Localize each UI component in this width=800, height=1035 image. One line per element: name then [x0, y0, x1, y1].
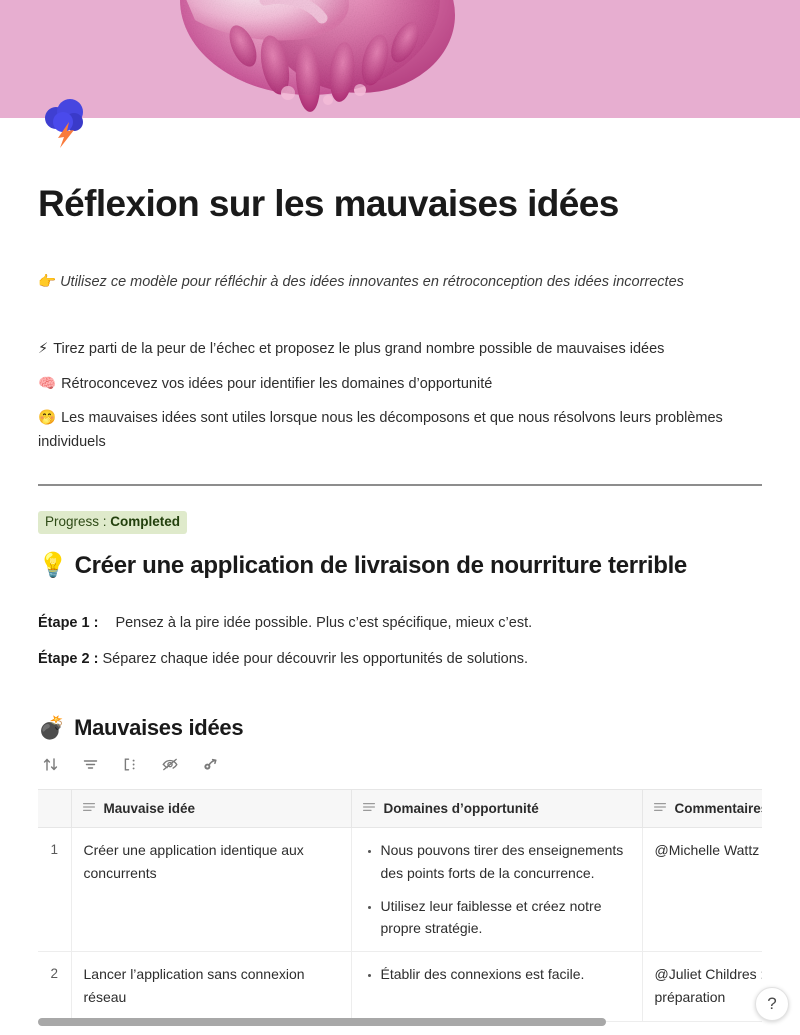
database-title: 💣 Mauvaises idées: [38, 715, 762, 741]
brain-icon: 🧠: [38, 375, 57, 392]
list-item-text: Les mauvaises idées sont utiles lorsque …: [38, 410, 723, 450]
row-height-icon[interactable]: [118, 754, 142, 776]
status-badge-label: Progress :: [45, 514, 111, 530]
list-item-text: Tirez parti de la peur de l’échec et pro…: [53, 341, 665, 358]
table-header-row: Mauvaise idée Domaines d’opportunité Com…: [38, 789, 763, 829]
cover-artwork: [180, 0, 455, 112]
cell-bullet: Utilisez leur faiblesse et créez notre p…: [381, 895, 632, 940]
section-heading-text: Créer une application de livraison de no…: [74, 552, 688, 580]
share-view-icon[interactable]: [198, 754, 222, 776]
pointing-finger-icon: 👉: [38, 274, 57, 291]
text-column-icon: [362, 800, 376, 817]
list-item: 🤭 Les mauvaises idées sont utiles lorsque…: [38, 407, 762, 454]
column-header-label: Mauvaise idée: [103, 801, 196, 817]
list-item: ⚡ Tirez parti de la peur de l’échec et pr…: [38, 338, 762, 361]
cell-bullet: Nous pouvons tirer des enseignements des…: [381, 839, 632, 884]
cell-bullet: Établir des connexions est facile.: [381, 963, 632, 986]
cell-comments[interactable]: @Juliet Childres : travaillons sur le tr…: [642, 951, 762, 1023]
steps-list: Étape 1 : Pensez à la pire idée possible.…: [38, 613, 762, 671]
row-number: 2: [38, 951, 72, 1023]
table-row[interactable]: 2 Lancer l’application sans connexion ré…: [38, 951, 762, 1023]
intro-callout: 👉 Utilisez ce modèle pour réfléchir à des…: [38, 272, 762, 294]
horizontal-scrollbar[interactable]: [38, 1018, 762, 1026]
hand-over-mouth-icon: 🤭: [38, 410, 57, 427]
lightning-icon: ⚡: [38, 341, 49, 358]
database-table: Mauvaise idée Domaines d’opportunité Com…: [38, 789, 763, 1023]
step-label: Étape 1 :: [38, 615, 99, 632]
filter-icon[interactable]: [78, 754, 102, 776]
column-header-opportunity[interactable]: Domaines d’opportunité: [351, 789, 643, 829]
hide-fields-icon[interactable]: [158, 754, 182, 776]
notion-document-page: Réflexion sur les mauvaises idées 👉 Utili…: [0, 0, 800, 1035]
sort-icon[interactable]: [38, 754, 62, 776]
intro-text: Utilisez ce modèle pour réfléchir à des …: [60, 274, 684, 291]
column-header-label: Commentaires: [674, 801, 763, 817]
key-points-list: ⚡ Tirez parti de la peur de l’échec et pr…: [38, 338, 762, 454]
table-row[interactable]: 1 Créer une application identique aux co…: [38, 827, 762, 953]
bomb-icon: 💣: [38, 714, 66, 740]
status-badge: Progress : Completed: [38, 511, 188, 535]
cell-idea[interactable]: Créer une application identique aux conc…: [71, 827, 352, 953]
database-toolbar: [38, 753, 762, 777]
document-content: Réflexion sur les mauvaises idées 👉 Utili…: [0, 118, 800, 1023]
row-number: 1: [38, 827, 72, 953]
text-column-icon: [653, 800, 667, 817]
list-item-text: Rétroconcevez vos idées pour identifier …: [61, 375, 493, 392]
cell-idea[interactable]: Lancer l’application sans connexion rése…: [71, 951, 352, 1023]
cell-opportunity[interactable]: Nous pouvons tirer des enseignements des…: [351, 827, 643, 953]
section-divider: [38, 484, 762, 487]
text-column-icon: [82, 800, 96, 817]
step-label: Étape 2 :: [38, 651, 99, 668]
step-item: Étape 1 : Pensez à la pire idée possible.…: [38, 613, 762, 635]
step-text: Séparez chaque idée pour découvrir les o…: [102, 651, 529, 668]
lightbulb-icon: 💡: [38, 552, 68, 580]
column-header-idea[interactable]: Mauvaise idée: [71, 789, 352, 829]
help-button[interactable]: ?: [755, 987, 789, 1021]
page-cover[interactable]: [0, 0, 800, 118]
step-item: Étape 2 : Séparez chaque idée pour décou…: [38, 649, 762, 671]
cell-opportunity[interactable]: Établir des connexions est facile.: [351, 951, 643, 1023]
column-header-row-number[interactable]: [38, 789, 72, 829]
storm-cloud-lightning-icon[interactable]: [38, 92, 94, 148]
column-header-label: Domaines d’opportunité: [383, 801, 539, 817]
page-title: Réflexion sur les mauvaises idées: [38, 183, 619, 224]
status-badge-value: Completed: [110, 514, 181, 530]
step-text: Pensez à la pire idée possible. Plus c’e…: [115, 615, 533, 632]
section-heading: 💡 Créer une application de livraison de n…: [38, 550, 762, 581]
database-title-text: Mauvaises idées: [74, 714, 244, 740]
column-header-comments[interactable]: Commentaires: [642, 789, 763, 829]
database-table-wrapper: Mauvaise idée Domaines d’opportunité Com…: [38, 788, 763, 1023]
cell-comments[interactable]: @Michelle Wattz: [642, 827, 762, 953]
scrollbar-thumb[interactable]: [38, 1018, 606, 1026]
list-item: 🧠 Rétroconcevez vos idées pour identifier…: [38, 373, 762, 396]
